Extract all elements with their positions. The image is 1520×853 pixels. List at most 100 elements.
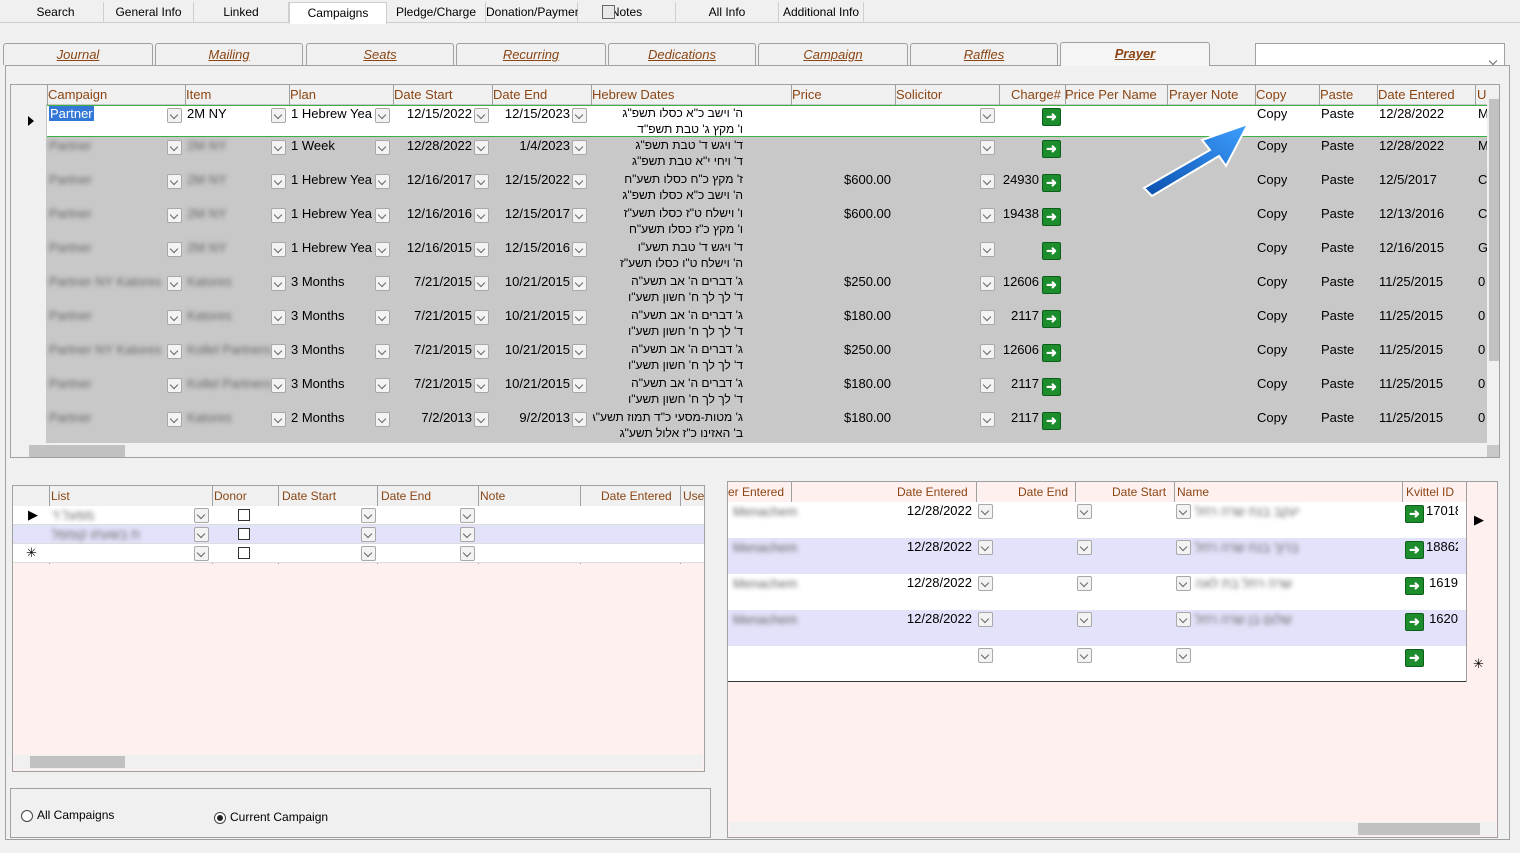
solicitor-dropdown-icon[interactable]: [980, 174, 995, 189]
solicitor-dropdown-icon[interactable]: [980, 412, 995, 427]
paste-button[interactable]: Paste: [1321, 342, 1354, 357]
solicitor-dropdown-icon[interactable]: [980, 378, 995, 393]
kvittel-go-icon[interactable]: ➜: [1405, 505, 1424, 523]
date-end-dropdown-icon[interactable]: [572, 108, 587, 123]
go-arrow-icon[interactable]: ➜: [1042, 344, 1061, 362]
list-header-date-entered[interactable]: Date Entered: [601, 489, 672, 503]
plan-dropdown-icon[interactable]: [375, 276, 390, 291]
list-header-donor[interactable]: Donor: [214, 489, 247, 503]
list-date-start-dropdown-icon[interactable]: [361, 546, 376, 561]
go-arrow-icon[interactable]: ➜: [1042, 276, 1061, 294]
date-start-dropdown-icon[interactable]: [474, 242, 489, 257]
list-dropdown-icon[interactable]: [194, 546, 209, 561]
header-u[interactable]: U: [1477, 87, 1486, 102]
grid-hscroll-thumb[interactable]: [29, 445, 125, 457]
solicitor-dropdown-icon[interactable]: [980, 140, 995, 155]
go-arrow-icon[interactable]: ➜: [1042, 412, 1061, 430]
go-arrow-icon[interactable]: ➜: [1042, 242, 1061, 260]
paste-button[interactable]: Paste: [1321, 410, 1354, 425]
copy-button[interactable]: Copy: [1257, 376, 1287, 391]
kvittel-header-date-end[interactable]: Date End: [1018, 485, 1068, 499]
top-tab-pledge-charge[interactable]: Pledge/Charge: [387, 2, 486, 22]
sub-tab-seats[interactable]: Seats: [306, 43, 454, 65]
solicitor-dropdown-icon[interactable]: [980, 276, 995, 291]
kvittel-new-date-dropdown-icon[interactable]: [978, 648, 993, 663]
date-start-dropdown-icon[interactable]: [474, 276, 489, 291]
campaign-dropdown-icon[interactable]: [167, 344, 182, 359]
solicitor-dropdown-icon[interactable]: [980, 242, 995, 257]
go-arrow-icon[interactable]: ➜: [1042, 208, 1061, 226]
list-header-use[interactable]: Use: [683, 489, 704, 503]
list-header-date-start[interactable]: Date Start: [282, 489, 336, 503]
item-dropdown-icon[interactable]: [271, 412, 286, 427]
campaign-dropdown-icon[interactable]: [167, 276, 182, 291]
paste-button[interactable]: Paste: [1321, 308, 1354, 323]
list-header-note[interactable]: Note: [480, 489, 505, 503]
kvittel-header-date-start[interactable]: Date Start: [1112, 485, 1166, 499]
copy-button[interactable]: Copy: [1257, 410, 1287, 425]
date-start-dropdown-icon[interactable]: [474, 208, 489, 223]
paste-button[interactable]: Paste: [1321, 240, 1354, 255]
date-end-dropdown-icon[interactable]: [572, 378, 587, 393]
kvittel-date-end-dropdown-icon[interactable]: [1077, 612, 1092, 627]
kvittel-header-date-entered[interactable]: Date Entered: [897, 485, 968, 499]
kvittel-new-go-icon[interactable]: ➜: [1405, 649, 1424, 667]
kvittel-date-start-dropdown-icon[interactable]: [1176, 540, 1191, 555]
top-tab-campaigns[interactable]: Campaigns: [289, 2, 387, 24]
grid-hscrollbar[interactable]: [11, 443, 1487, 457]
campaign-dropdown-icon[interactable]: [167, 310, 182, 325]
plan-dropdown-icon[interactable]: [375, 378, 390, 393]
date-start-dropdown-icon[interactable]: [474, 310, 489, 325]
header-price[interactable]: Price: [792, 87, 822, 102]
kvittel-date-start-dropdown-icon[interactable]: [1176, 576, 1191, 591]
copy-button[interactable]: Copy: [1257, 274, 1287, 289]
header-date-entered[interactable]: Date Entered: [1378, 87, 1455, 102]
go-arrow-icon[interactable]: ➜: [1042, 310, 1061, 328]
list-dropdown-icon[interactable]: [194, 527, 209, 542]
campaign-dropdown-icon[interactable]: [167, 108, 182, 123]
kvittel-header-er-entered[interactable]: er Entered: [728, 485, 784, 499]
donor-checkbox[interactable]: [238, 528, 250, 540]
sub-tab-journal[interactable]: Journal: [3, 43, 153, 65]
top-tab-additional-info[interactable]: Additional Info: [779, 2, 864, 22]
all-campaigns-label[interactable]: All Campaigns: [37, 808, 114, 822]
header-charge-[interactable]: Charge#: [1011, 87, 1061, 102]
donor-checkbox[interactable]: [238, 547, 250, 559]
paste-button[interactable]: Paste: [1321, 274, 1354, 289]
top-tab-linked[interactable]: Linked: [194, 2, 289, 22]
solicitor-dropdown-icon[interactable]: [980, 310, 995, 325]
paste-button[interactable]: Paste: [1321, 172, 1354, 187]
copy-button[interactable]: Copy: [1257, 206, 1287, 221]
kvittel-header-name[interactable]: Name: [1177, 485, 1209, 499]
copy-button[interactable]: Copy: [1257, 342, 1287, 357]
donor-checkbox[interactable]: [238, 509, 250, 521]
all-campaigns-radio[interactable]: [21, 810, 33, 822]
list-dropdown-icon[interactable]: [194, 508, 209, 523]
plan-dropdown-icon[interactable]: [375, 310, 390, 325]
item-dropdown-icon[interactable]: [271, 108, 286, 123]
list-header-date-end[interactable]: Date End: [381, 489, 431, 503]
list-hscroll-thumb[interactable]: [30, 756, 125, 768]
item-dropdown-icon[interactable]: [271, 344, 286, 359]
item-dropdown-icon[interactable]: [271, 276, 286, 291]
list-row[interactable]: [13, 506, 704, 525]
header-plan[interactable]: Plan: [290, 87, 316, 102]
date-end-dropdown-icon[interactable]: [572, 174, 587, 189]
sub-tab-campaign[interactable]: Campaign: [758, 43, 908, 65]
sub-tab-mailing[interactable]: Mailing: [155, 43, 303, 65]
plan-dropdown-icon[interactable]: [375, 344, 390, 359]
list-header-list[interactable]: List: [51, 489, 70, 503]
paste-button[interactable]: Paste: [1321, 376, 1354, 391]
kvittel-hscroll-thumb[interactable]: [1358, 823, 1480, 835]
kvittel-date-entered-dropdown-icon[interactable]: [978, 504, 993, 519]
kvittel-date-end-dropdown-icon[interactable]: [1077, 576, 1092, 591]
header-date-start[interactable]: Date Start: [394, 87, 453, 102]
top-tab-search[interactable]: Search: [8, 2, 104, 22]
header-price-per-name[interactable]: Price Per Name: [1065, 87, 1157, 102]
paste-button[interactable]: Paste: [1321, 138, 1354, 153]
kvittel-date-entered-dropdown-icon[interactable]: [978, 576, 993, 591]
item-dropdown-icon[interactable]: [271, 140, 286, 155]
kvittel-date-entered-dropdown-icon[interactable]: [978, 540, 993, 555]
sub-tab-raffles[interactable]: Raffles: [910, 43, 1058, 65]
campaign-dropdown-icon[interactable]: [167, 208, 182, 223]
